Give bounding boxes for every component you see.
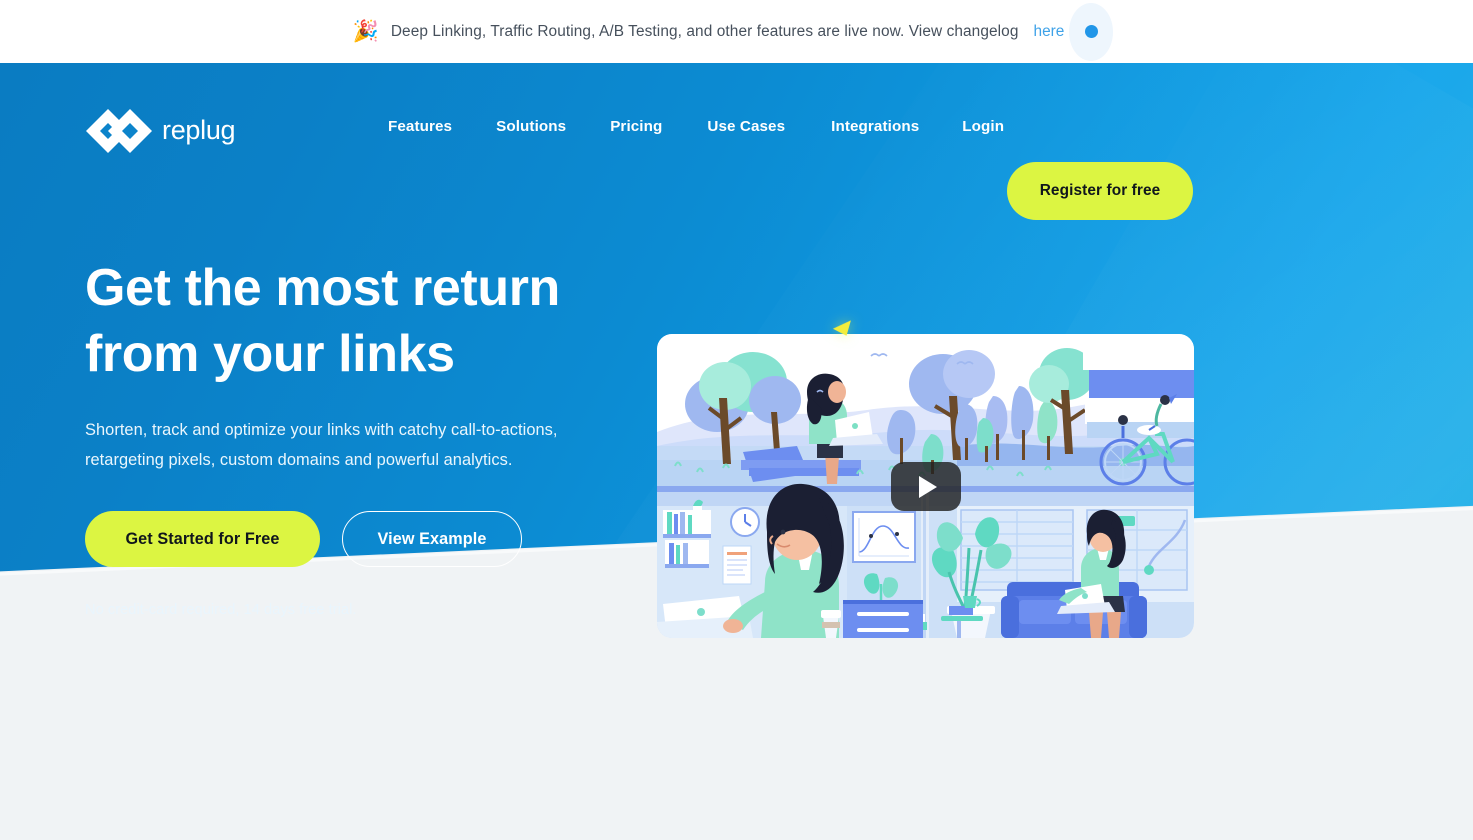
hero-trial-note: No credit-card required, 14 days free tr… [85,602,357,618]
announcement-text: Deep Linking, Traffic Routing, A/B Testi… [390,22,1019,40]
hero-actions: Get Started for Free View Example [85,511,645,567]
changelog-here-link[interactable]: here [1034,23,1065,41]
replug-double-diamond-logo-icon [86,109,152,153]
hero-title: Get the most return from your links [85,255,645,387]
landing-page: 🎉 Deep Linking, Traffic Routing, A/B Tes… [0,0,1473,840]
nav-item-features[interactable]: Features [388,118,452,135]
announcement-inner: 🎉 Deep Linking, Traffic Routing, A/B Tes… [352,2,1121,61]
hero-title-line-1: Get the most return [85,259,560,317]
nav-item-login[interactable]: Login [962,118,1004,135]
view-example-button[interactable]: View Example [342,511,522,567]
video-thumbnail[interactable] [657,334,1194,638]
hero-title-line-2: from your links [85,325,455,383]
announcement-bar: 🎉 Deep Linking, Traffic Routing, A/B Tes… [0,0,1473,63]
hero-subtitle-line-2: retargeting pixels, custom domains and p… [85,451,513,469]
party-popper-icon: 🎉 [352,20,379,43]
play-video-button[interactable] [890,462,961,511]
hero-video [657,316,1194,638]
nav-item-pricing[interactable]: Pricing [610,118,662,135]
hero-subtitle: Shorten, track and optimize your links w… [85,415,610,475]
nav-item-integrations[interactable]: Integrations [831,118,919,135]
hero-copy: Get the most return from your links Shor… [85,255,645,618]
main-navigation: replug Features Solutions Pricing Use Ca… [0,63,1473,220]
announcement-badge[interactable] [1062,2,1120,61]
hero-section: replug Features Solutions Pricing Use Ca… [0,63,1473,703]
get-started-for-free-button[interactable]: Get Started for Free [85,511,320,567]
replug-logo[interactable]: replug [85,108,236,154]
register-for-free-button[interactable]: Register for free [1007,162,1193,220]
play-triangle-icon [919,475,937,498]
nav-item-use-cases[interactable]: Use Cases [707,118,785,135]
nav-item-solutions[interactable]: Solutions [496,118,566,135]
yellow-cursor-arrow-icon [832,316,851,336]
logo-wordmark: replug [162,114,236,145]
announcement-badge-dot [1084,25,1098,38]
hero-subtitle-line-1: Shorten, track and optimize your links w… [85,421,558,439]
nav-links: Features Solutions Pricing Use Cases Int… [388,118,1004,135]
